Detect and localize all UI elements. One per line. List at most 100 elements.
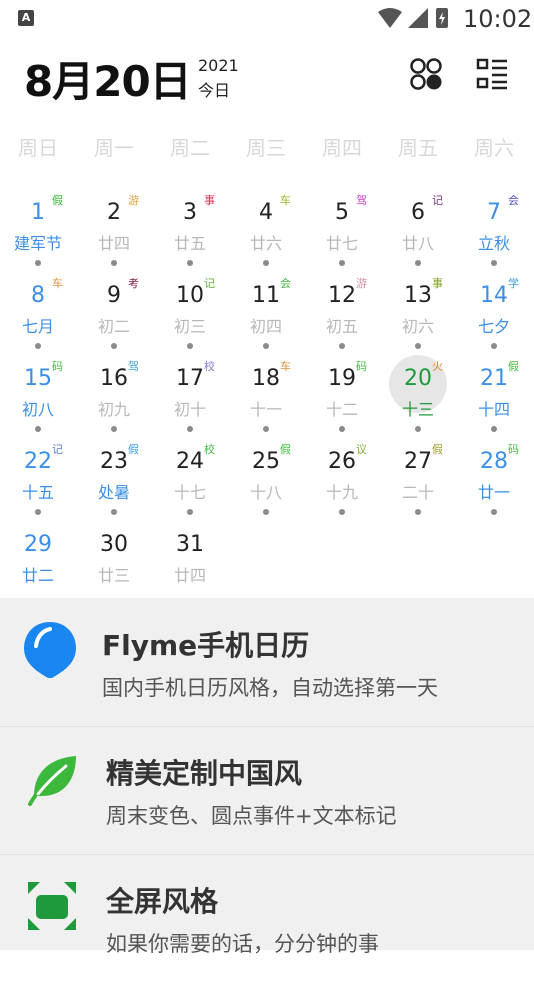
day-cell[interactable]: 14 七夕 学 <box>456 271 532 354</box>
event-tag: 车 <box>280 360 291 373</box>
day-cell[interactable]: 26 十九 议 <box>304 437 380 520</box>
event-tag: 码 <box>356 360 367 373</box>
lunar-label: 处暑 <box>97 483 130 502</box>
event-tag: 校 <box>204 443 215 456</box>
event-dot <box>491 426 497 432</box>
day-number: 23 <box>100 449 128 474</box>
day-cell[interactable]: 16 初九 驾 <box>76 354 152 437</box>
lunar-label: 十一 <box>249 400 282 419</box>
lunar-label: 初十 <box>173 400 206 419</box>
day-cell[interactable]: 2 廿四 游 <box>76 188 152 271</box>
lunar-label: 廿三 <box>97 566 130 585</box>
day-number: 7 <box>487 200 501 225</box>
day-cell[interactable]: 5 廿七 驾 <box>304 188 380 271</box>
lunar-label: 初九 <box>97 400 130 419</box>
day-number: 5 <box>335 200 349 225</box>
event-dot <box>35 260 41 266</box>
event-tag: 假 <box>128 443 139 456</box>
event-dot <box>111 343 117 349</box>
event-dot <box>35 509 41 515</box>
day-number: 14 <box>480 283 508 308</box>
day-number: 29 <box>24 532 52 557</box>
day-cell[interactable]: 27 二十 假 <box>380 437 456 520</box>
event-dot <box>263 426 269 432</box>
lunar-label: 十四 <box>477 400 510 419</box>
event-tag: 驾 <box>128 360 139 373</box>
day-cell[interactable]: 11 初四 会 <box>228 271 304 354</box>
day-number: 25 <box>252 449 280 474</box>
day-cell[interactable]: 3 廿五 事 <box>152 188 228 271</box>
event-tag: 码 <box>508 443 519 456</box>
event-tag: 会 <box>280 277 291 290</box>
day-cell[interactable]: 21 十四 假 <box>456 354 532 437</box>
lunar-label: 十七 <box>173 483 206 502</box>
event-dot <box>339 343 345 349</box>
day-cell[interactable]: 12 初五 游 <box>304 271 380 354</box>
event-dot <box>111 426 117 432</box>
event-dot <box>491 343 497 349</box>
lunar-label: 初八 <box>21 400 54 419</box>
feature-desc: 周末变色、圆点事件+文本标记 <box>106 804 397 828</box>
event-tag: 假 <box>508 360 519 373</box>
event-dot <box>263 343 269 349</box>
day-number: 22 <box>24 449 52 474</box>
event-dot <box>187 343 193 349</box>
day-cell[interactable]: 1 建军节 假 <box>0 188 76 271</box>
event-tag: 记 <box>432 194 443 207</box>
lunar-label: 廿六 <box>249 234 282 253</box>
day-cell[interactable]: 18 十一 车 <box>228 354 304 437</box>
event-dot <box>339 260 345 266</box>
day-cell[interactable]: 6 廿八 记 <box>380 188 456 271</box>
event-tag: 码 <box>52 360 63 373</box>
event-tag: 车 <box>52 277 63 290</box>
lunar-label: 十九 <box>325 483 358 502</box>
day-cell[interactable]: 31 廿四 <box>152 520 228 603</box>
event-tag: 车 <box>280 194 291 207</box>
lunar-label: 建军节 <box>13 234 62 253</box>
day-number: 10 <box>176 283 204 308</box>
day-number: 9 <box>107 283 121 308</box>
lunar-label: 十二 <box>325 400 358 419</box>
day-number: 28 <box>480 449 508 474</box>
day-cell[interactable]: 7 立秋 会 <box>456 188 532 271</box>
event-dot <box>263 260 269 266</box>
feature-item-chinese-style[interactable]: 精美定制中国风 周末变色、圆点事件+文本标记 <box>0 726 534 855</box>
event-dot <box>35 426 41 432</box>
day-cell[interactable]: 25 十八 假 <box>228 437 304 520</box>
event-tag: 记 <box>204 277 215 290</box>
day-number: 12 <box>328 283 356 308</box>
day-number: 2 <box>107 200 121 225</box>
event-dot <box>339 426 345 432</box>
day-cell[interactable]: 17 初十 校 <box>152 354 228 437</box>
day-cell[interactable]: 9 初二 考 <box>76 271 152 354</box>
day-cell[interactable]: 13 初六 事 <box>380 271 456 354</box>
day-number: 15 <box>24 366 52 391</box>
day-cell[interactable]: 8 七月 车 <box>0 271 76 354</box>
feature-title: 全屏风格 <box>106 885 219 918</box>
day-number: 27 <box>404 449 432 474</box>
day-cell[interactable]: 24 十七 校 <box>152 437 228 520</box>
day-cell[interactable]: 4 廿六 车 <box>228 188 304 271</box>
day-cell-today[interactable]: 20 十三 火 <box>380 354 456 437</box>
day-number: 30 <box>100 532 128 557</box>
lunar-label: 廿五 <box>173 234 206 253</box>
day-number: 26 <box>328 449 356 474</box>
feature-item-fullscreen[interactable]: 全屏风格 如果你需要的话，分分钟的事 <box>0 854 534 982</box>
day-number: 18 <box>252 366 280 391</box>
day-cell[interactable]: 22 十五 记 <box>0 437 76 520</box>
day-cell[interactable]: 23 处暑 假 <box>76 437 152 520</box>
day-cell[interactable]: 15 初八 码 <box>0 354 76 437</box>
day-cell[interactable]: 19 十二 码 <box>304 354 380 437</box>
feature-list: Flyme手机日历 国内手机日历风格，自动选择第一天 精美定制中国风 周末变色、… <box>0 598 534 956</box>
event-dot <box>491 509 497 515</box>
month-grid: 1 建军节假 2 廿四游 3 廿五事 4 廿六车 5 廿七驾 6 廿八记 7 立秋会 8 七月车 9 初二考 10 初… <box>0 0 534 600</box>
lunar-label: 廿七 <box>325 234 358 253</box>
lunar-label: 初二 <box>97 317 130 336</box>
day-number: 8 <box>31 283 45 308</box>
day-cell[interactable]: 10 初三 记 <box>152 271 228 354</box>
day-cell[interactable]: 30 廿三 <box>76 520 152 603</box>
feature-item-flyme[interactable]: Flyme手机日历 国内手机日历风格，自动选择第一天 <box>0 598 534 727</box>
feature-title: 精美定制中国风 <box>106 757 303 790</box>
day-cell[interactable]: 29 廿二 <box>0 520 76 603</box>
day-cell[interactable]: 28 廿一 码 <box>456 437 532 520</box>
